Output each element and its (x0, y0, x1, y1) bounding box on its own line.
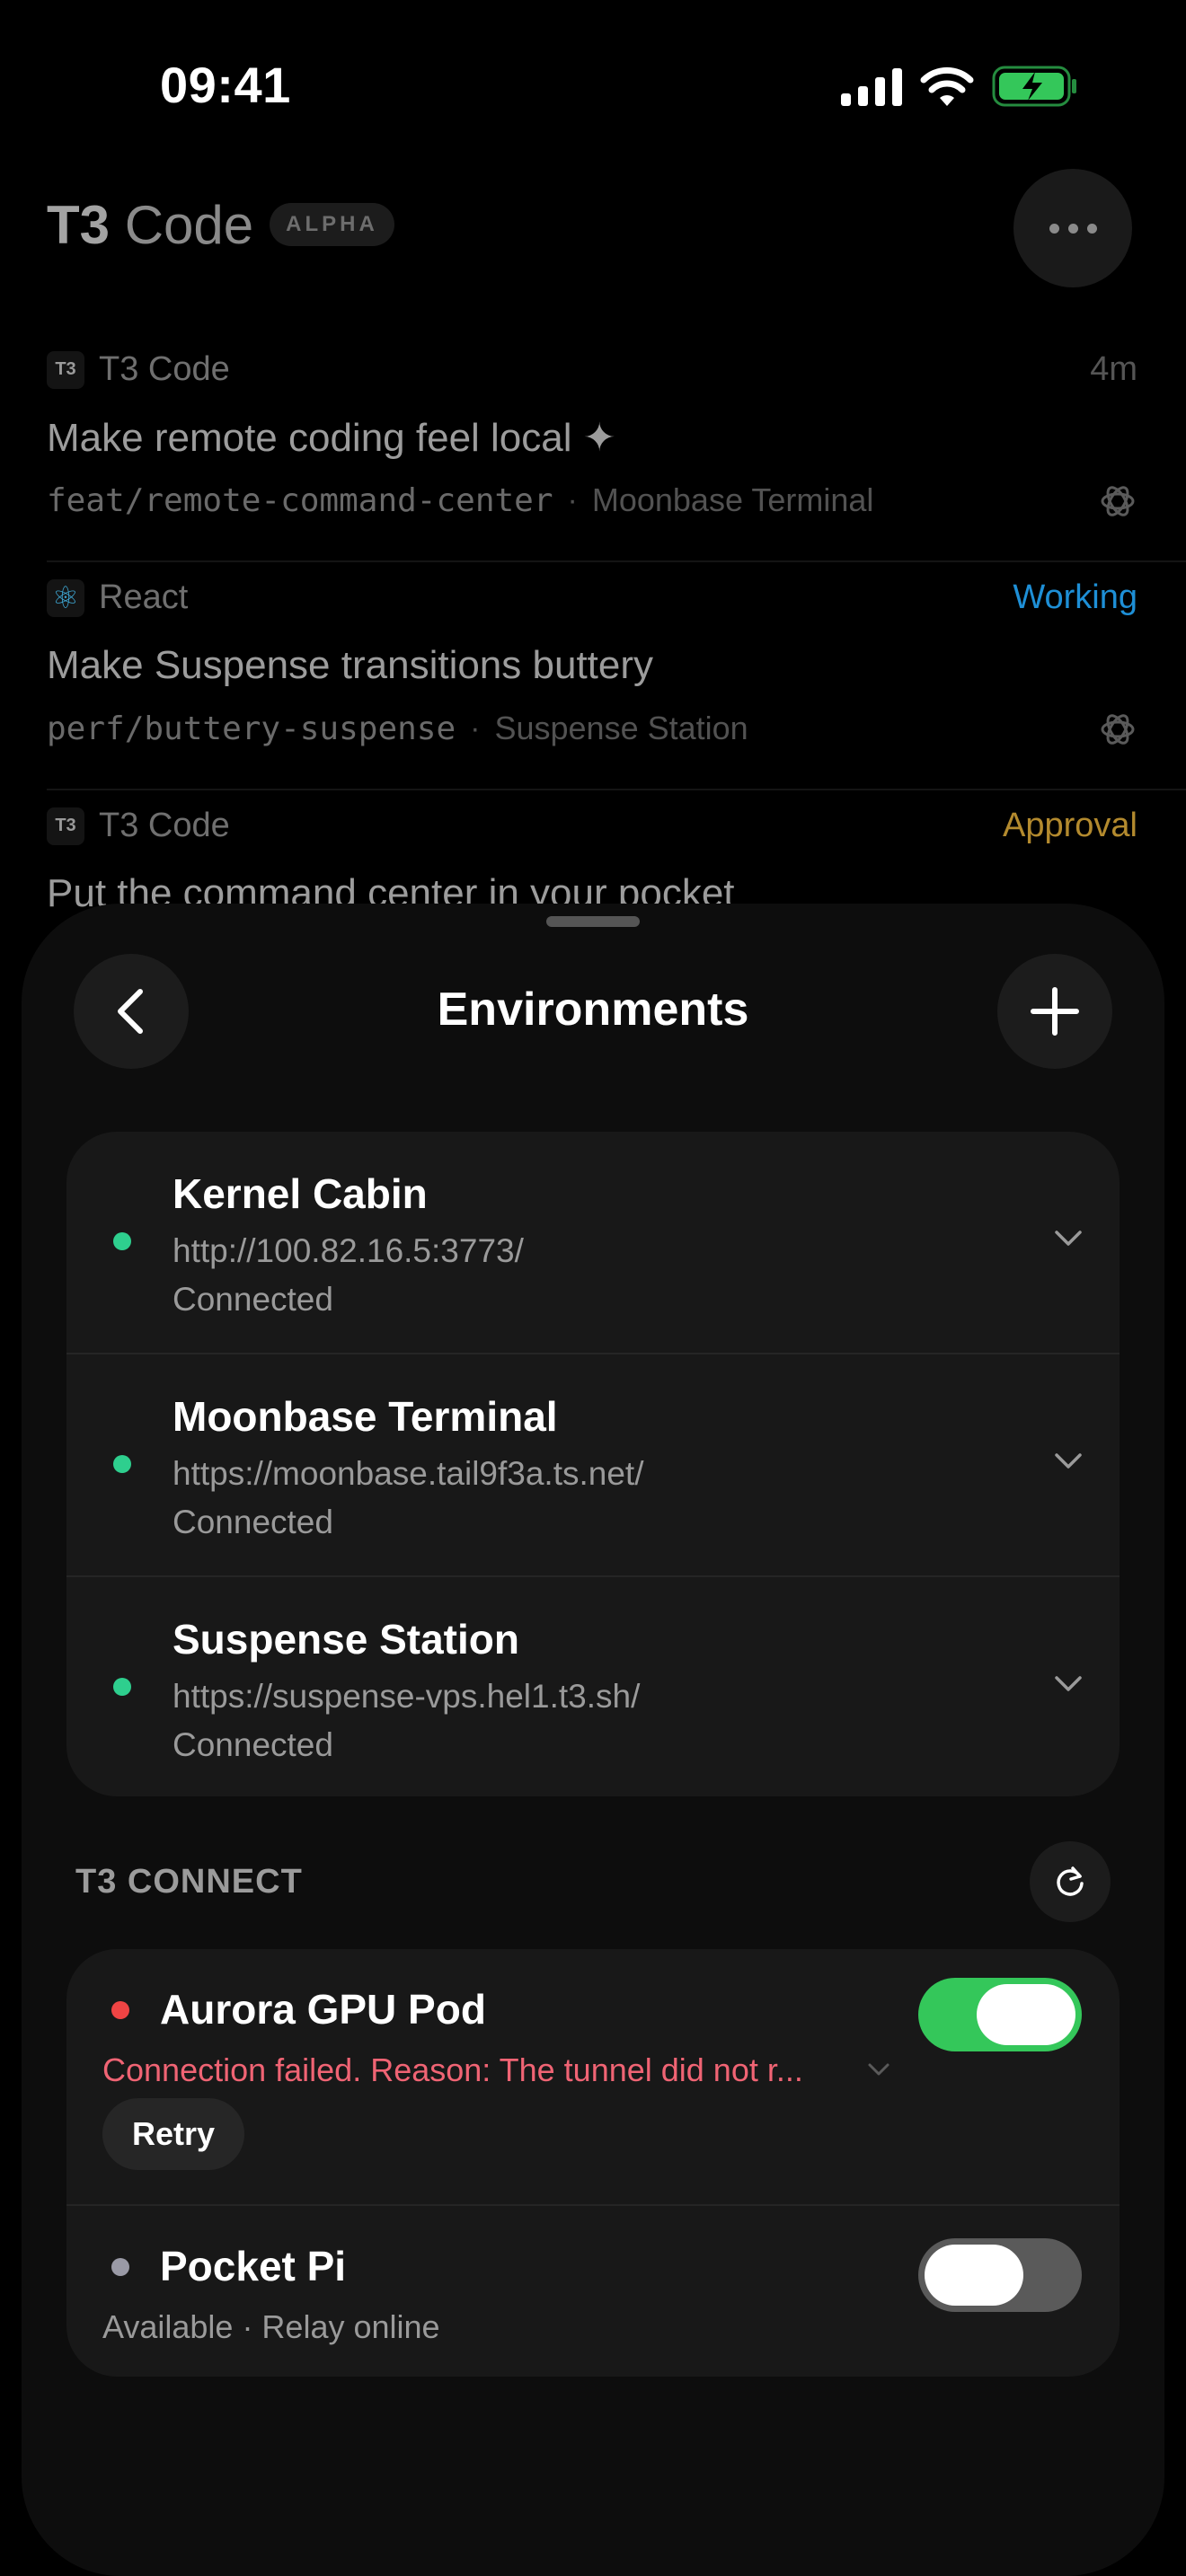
connection-name: Aurora GPU Pod (160, 1986, 486, 2033)
environment-url: http://100.82.16.5:3773/ (173, 1232, 524, 1269)
status-bar: 09:41 (0, 0, 1186, 171)
wifi-icon (920, 66, 974, 106)
status-time: 09:41 (160, 57, 291, 113)
chevron-down-icon[interactable] (1053, 1672, 1084, 1696)
app-header: T3 Code ALPHA (47, 189, 394, 260)
status-dot (113, 1678, 131, 1696)
project-name: T3 Code (99, 807, 230, 844)
thread-branch: perf/buttery-suspense (47, 710, 456, 747)
thread-row[interactable]: T3 T3 Code 4m Make remote coding feel lo… (0, 338, 1186, 562)
connection-error: Connection failed. Reason: The tunnel di… (102, 2051, 803, 2088)
thread-title: Make remote coding feel local ✦ (47, 416, 616, 460)
project-icon: T3 (47, 807, 84, 845)
signal-icon (841, 68, 902, 106)
environment-status: Connected (173, 1726, 333, 1763)
environment-name: Suspense Station (173, 1616, 519, 1663)
alpha-badge: ALPHA (270, 203, 394, 246)
status-dot (111, 2001, 129, 2019)
chevron-down-icon[interactable] (1053, 1227, 1084, 1250)
openai-icon (1101, 714, 1135, 745)
retry-button[interactable]: Retry (102, 2098, 244, 2170)
thread-branch: feat/remote-command-center (47, 481, 553, 519)
environment-row[interactable]: Moonbase Terminal https://moonbase.tail9… (66, 1354, 1120, 1577)
environment-row[interactable]: Suspense Station https://suspense-vps.he… (66, 1577, 1120, 1796)
connection-subtitle: Available · Relay online (102, 2308, 440, 2345)
environment-status: Connected (173, 1504, 333, 1540)
sheet-grabber[interactable] (546, 916, 640, 927)
environment-name: Moonbase Terminal (173, 1393, 558, 1440)
project-name: React (99, 578, 189, 616)
chevron-down-icon[interactable] (1053, 1450, 1084, 1473)
status-dot (113, 1455, 131, 1473)
react-icon: ⚛ (47, 578, 84, 617)
plus-icon (1031, 987, 1079, 1036)
sheet-title: Environments (437, 984, 749, 1036)
environments-sheet: Environments Kernel Cabin http://100.82.… (22, 904, 1164, 2576)
thread-status: Approval (1003, 807, 1137, 844)
section-label: T3 CONNECT (75, 1863, 303, 1901)
project-name: T3 Code (99, 350, 230, 388)
refresh-icon (1057, 1866, 1084, 1896)
app-title: T3 Code (47, 194, 254, 255)
project-icon: T3 (47, 350, 84, 389)
thread-environment: Suspense Station (494, 710, 748, 746)
chevron-down-icon[interactable] (866, 2060, 891, 2080)
thread-status: 4m (1090, 350, 1137, 388)
refresh-button[interactable] (1030, 1841, 1111, 1922)
environment-row[interactable]: Kernel Cabin http://100.82.16.5:3773/ Co… (66, 1132, 1120, 1354)
environment-url: https://moonbase.tail9f3a.ts.net/ (173, 1455, 644, 1492)
toggle-knob (977, 1984, 1075, 2045)
add-environment-button[interactable] (997, 954, 1112, 1069)
environments-list: Kernel Cabin http://100.82.16.5:3773/ Co… (66, 1132, 1120, 1796)
environment-name: Kernel Cabin (173, 1170, 428, 1217)
connection-row[interactable]: Pocket Pi Available · Relay online (66, 2206, 1120, 2377)
status-dot (113, 1232, 131, 1250)
toggle-knob (925, 2245, 1023, 2306)
battery-charging-icon (992, 66, 1076, 107)
thread-status: Working (1013, 578, 1137, 616)
connection-toggle[interactable] (918, 2238, 1082, 2312)
thread-title: Make Suspense transitions buttery (47, 643, 654, 687)
thread-environment: Moonbase Terminal (591, 481, 874, 518)
connection-toggle[interactable] (918, 1978, 1082, 2051)
connection-row[interactable]: Aurora GPU Pod Connection failed. Reason… (66, 1949, 1120, 2206)
connect-list: Aurora GPU Pod Connection failed. Reason… (66, 1949, 1120, 2377)
thread-row[interactable]: ⚛ React Working Make Suspense transition… (0, 566, 1186, 790)
environment-status: Connected (173, 1281, 333, 1318)
environment-url: https://suspense-vps.hel1.t3.sh/ (173, 1678, 641, 1715)
openai-icon (1101, 486, 1135, 516)
status-dot (111, 2258, 129, 2276)
more-button[interactable] (1013, 169, 1132, 287)
more-icon (1049, 223, 1059, 234)
connection-name: Pocket Pi (160, 2243, 347, 2289)
